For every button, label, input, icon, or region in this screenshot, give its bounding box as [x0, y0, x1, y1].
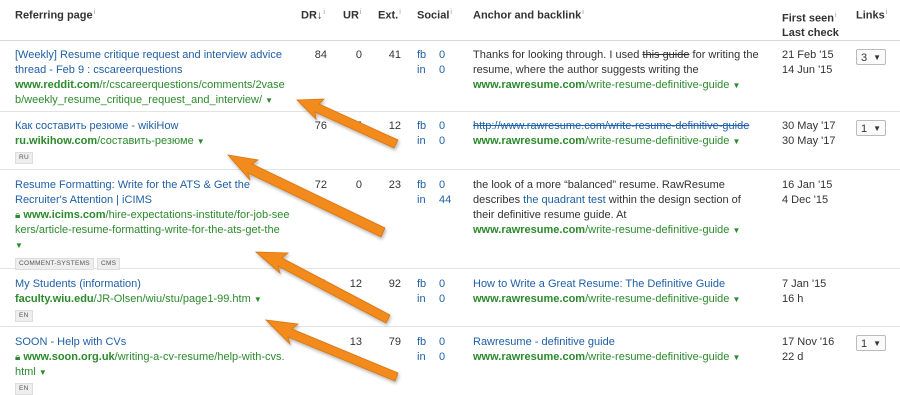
chevron-down-icon[interactable]: ▼: [39, 368, 47, 377]
page-url-link[interactable]: ru.wikihow.com/составить-резюме ▼: [15, 134, 285, 149]
header-anchor[interactable]: Anchor and backlinki: [473, 9, 584, 22]
social-cell: fb 0 in 0: [417, 120, 446, 147]
table-row: Как составить резюме - wikiHow ru.wikiho…: [0, 112, 900, 170]
anchor-cell: Thanks for looking through. I used this …: [473, 48, 768, 93]
language-tag: EN: [15, 383, 33, 395]
backlink-url[interactable]: www.rawresume.com/write-resume-definitiv…: [473, 292, 768, 307]
header-first-seen[interactable]: First seeni Last check: [782, 9, 839, 40]
referring-page-cell: My Students (information) faculty.wiu.ed…: [15, 277, 285, 322]
anchor-link[interactable]: Rawresume - definitive guide: [473, 335, 768, 350]
anchor-link[interactable]: How to Write a Great Resume: The Definit…: [473, 277, 768, 292]
table-row: [Weekly] Resume critique request and int…: [0, 41, 900, 112]
dr-value: 84: [314, 49, 327, 61]
chevron-down-icon[interactable]: ▼: [197, 137, 205, 146]
table-row: SOON - Help with CVs 🔒︎ www.soon.org.uk/…: [0, 327, 900, 395]
chevron-down-icon[interactable]: ▼: [732, 81, 740, 90]
backlink-url[interactable]: www.rawresume.com/write-resume-definitiv…: [473, 223, 768, 238]
referring-page-cell: Как составить резюме - wikiHow ru.wikiho…: [15, 119, 285, 164]
header-referring-page[interactable]: Referring pagei: [15, 9, 95, 22]
language-tag: RU: [15, 152, 33, 164]
anchor-cell: the look of a more “balanced” resume. Ra…: [473, 178, 768, 238]
referring-page-cell: Resume Formatting: Write for the ATS & G…: [15, 178, 290, 270]
dates-cell: 30 May '17 30 May '17: [782, 120, 836, 147]
social-cell: fb 0 in 0: [417, 278, 446, 305]
page-url-link[interactable]: 🔒︎ www.icims.com/hire-expectations-insti…: [15, 208, 290, 253]
header-ext[interactable]: Ext.i: [378, 9, 401, 22]
header-ur[interactable]: URi: [343, 9, 361, 22]
dates-cell: 17 Nov '16 22 d: [782, 336, 835, 363]
page-url-link[interactable]: 🔒︎ www.soon.org.uk/writing-a-cv-resume/h…: [15, 350, 290, 380]
language-tag: EN: [15, 310, 33, 322]
dates-cell: 21 Feb '15 14 Jun '15: [782, 49, 834, 76]
chevron-down-icon[interactable]: ▼: [732, 226, 740, 235]
ext-value: 41: [388, 49, 401, 61]
table-header: Referring pagei DR↓i URi Ext.i Sociali A…: [0, 0, 900, 41]
ext-value: 79: [388, 336, 401, 348]
header-links[interactable]: Linksi: [856, 9, 887, 22]
ur-value: 5: [355, 120, 362, 132]
referring-page-cell: SOON - Help with CVs 🔒︎ www.soon.org.uk/…: [15, 335, 290, 395]
anchor-cell: Rawresume - definitive guide www.rawresu…: [473, 335, 768, 365]
chevron-down-icon[interactable]: ▼: [254, 295, 262, 304]
social-cell: fb 0 in 44: [417, 179, 452, 206]
dates-cell: 16 Jan '15 4 Dec '15: [782, 179, 833, 206]
dates-cell: 7 Jan '15 16 h: [782, 278, 827, 305]
links-select[interactable]: 3 ▼: [856, 49, 886, 65]
page-title-link[interactable]: [Weekly] Resume critique request and int…: [15, 48, 285, 78]
anchor-cell: How to Write a Great Resume: The Definit…: [473, 277, 768, 307]
chevron-down-icon[interactable]: ▼: [15, 241, 23, 250]
page-url-link[interactable]: www.reddit.com/r/cscareerquestions/comme…: [15, 78, 285, 108]
table-row: My Students (information) faculty.wiu.ed…: [0, 269, 900, 327]
backlink-url[interactable]: www.rawresume.com/write-resume-definitiv…: [473, 350, 768, 365]
header-social[interactable]: Sociali: [417, 9, 452, 22]
table-row: Resume Formatting: Write for the ATS & G…: [0, 170, 900, 270]
ur-value: 13: [349, 336, 362, 348]
page-title-link[interactable]: My Students (information): [15, 277, 285, 292]
ext-value: 92: [388, 278, 401, 290]
dr-value: 61: [314, 278, 327, 290]
ext-value: 12: [388, 120, 401, 132]
ur-value: 0: [355, 49, 362, 61]
links-select[interactable]: 1 ▼: [856, 335, 886, 351]
sort-down-icon: ↓: [316, 9, 323, 22]
page-title-link[interactable]: SOON - Help with CVs: [15, 335, 290, 350]
dr-value: 76: [314, 120, 327, 132]
page-url-link[interactable]: faculty.wiu.edu/JR-Olsen/wiu/stu/page1-9…: [15, 292, 285, 307]
backlink-url[interactable]: www.rawresume.com/write-resume-definitiv…: [473, 134, 768, 149]
chevron-down-icon: ▼: [873, 53, 881, 62]
chevron-down-icon[interactable]: ▼: [265, 96, 273, 105]
page-title-link[interactable]: Resume Formatting: Write for the ATS & G…: [15, 178, 290, 208]
chevron-down-icon[interactable]: ▼: [732, 137, 740, 146]
referring-page-cell: [Weekly] Resume critique request and int…: [15, 48, 285, 108]
ur-value: 0: [355, 179, 362, 191]
social-cell: fb 0 in 0: [417, 336, 446, 363]
chevron-down-icon: ▼: [873, 339, 881, 348]
dr-value: 72: [314, 179, 327, 191]
links-select[interactable]: 1 ▼: [856, 120, 886, 136]
social-cell: fb 0 in 0: [417, 49, 446, 76]
anchor-cell: http://www.rawresume.com/write-resume-de…: [473, 119, 768, 149]
chevron-down-icon[interactable]: ▼: [732, 295, 740, 304]
chevron-down-icon[interactable]: ▼: [732, 353, 740, 362]
lock-icon: 🔒︎: [15, 352, 21, 363]
chevron-down-icon: ▼: [873, 124, 881, 133]
backlink-url[interactable]: www.rawresume.com/write-resume-definitiv…: [473, 78, 768, 93]
ext-value: 23: [388, 179, 401, 191]
lock-icon: 🔒︎: [15, 210, 21, 221]
ur-value: 12: [349, 278, 362, 290]
anchor-link[interactable]: this guide: [642, 49, 689, 61]
header-dr[interactable]: DR↓i: [301, 9, 325, 22]
anchor-link[interactable]: http://www.rawresume.com/write-resume-de…: [473, 119, 768, 134]
page-title-link[interactable]: Как составить резюме - wikiHow: [15, 119, 285, 134]
anchor-link[interactable]: the quadrant test: [523, 194, 606, 206]
